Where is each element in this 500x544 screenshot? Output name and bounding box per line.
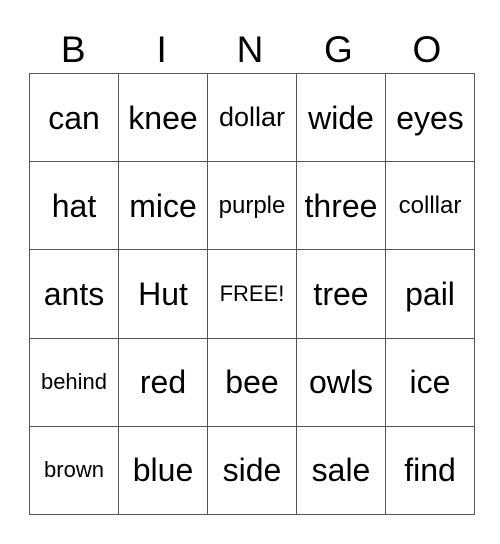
bingo-cell[interactable]: Hut [118,249,208,339]
bingo-cell[interactable]: knee [118,72,208,163]
bingo-cell[interactable]: side [207,425,297,516]
bingo-cell[interactable]: behind [29,337,119,427]
bingo-cell[interactable]: wide [296,72,386,163]
bingo-row: can knee dollar wide eyes [29,72,475,163]
header-letter-g: G [324,29,353,70]
bingo-row: behind red bee owls ice [29,337,475,427]
bingo-cell[interactable]: brown [29,425,119,516]
bingo-cell[interactable]: pail [385,249,475,339]
bingo-cell[interactable]: purple [207,161,297,251]
header-letter-i: I [156,29,167,70]
bingo-cell[interactable]: can [29,72,119,163]
header-letter-o: O [412,29,442,70]
bingo-cell[interactable]: colllar [385,161,475,251]
bingo-grid: can knee dollar wide eyes hat mice purple three c… [29,72,475,516]
bingo-cell[interactable]: find [385,425,475,516]
bingo-cell[interactable]: eyes [385,72,475,163]
free-space-cell[interactable]: FREE! [207,249,297,339]
bingo-cell[interactable]: ice [385,337,475,427]
bingo-header: B I N G O [29,30,471,70]
bingo-row: ants Hut FREE! tree pail [29,249,475,339]
bingo-cell[interactable]: mice [118,161,208,251]
bingo-cell[interactable]: hat [29,161,119,251]
bingo-cell[interactable]: tree [296,249,386,339]
bingo-row: hat mice purple three colllar [29,161,475,251]
bingo-cell[interactable]: ants [29,249,119,339]
bingo-cell[interactable]: dollar [207,72,297,163]
bingo-cell[interactable]: sale [296,425,386,516]
bingo-cell[interactable]: three [296,161,386,251]
bingo-cell[interactable]: owls [296,337,386,427]
bingo-row: brown blue side sale find [29,425,475,516]
bingo-cell[interactable]: bee [207,337,297,427]
header-letter-n: N [236,29,264,70]
bingo-cell[interactable]: blue [118,425,208,516]
bingo-cell[interactable]: red [118,337,208,427]
header-letter-b: B [60,29,86,70]
